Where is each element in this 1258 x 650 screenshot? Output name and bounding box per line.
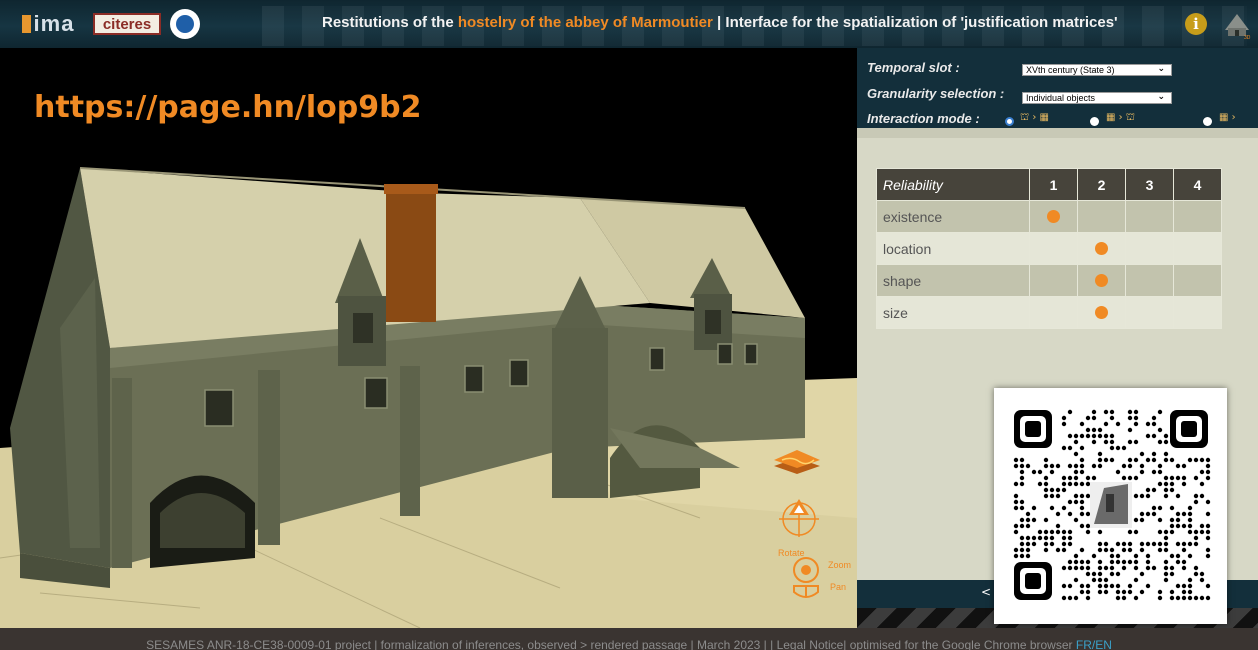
reliability-marker xyxy=(1047,210,1060,223)
interaction-mode-label: Interaction mode : xyxy=(867,111,980,126)
interaction-mode-radio-2[interactable] xyxy=(1090,117,1099,126)
watermark-url: https://page.hn/lop9b2 xyxy=(34,90,422,125)
language-switch-link[interactable]: FR/EN xyxy=(1076,638,1112,650)
monument-home-icon[interactable]: 3D xyxy=(1221,8,1253,40)
title-highlight: hostelry of the abbey of Marmoutier xyxy=(457,14,713,31)
matrix-row-location: location xyxy=(876,232,1222,265)
reliability-marker xyxy=(1095,242,1108,255)
qr-code[interactable] xyxy=(994,388,1227,624)
matrix-row-label: size xyxy=(876,296,1030,329)
chevron-down-icon: ⌄ xyxy=(1157,64,1165,74)
orbit-icon[interactable] xyxy=(776,493,822,539)
matrix-cell xyxy=(1125,296,1174,329)
chevron-down-icon: ⌄ xyxy=(1157,92,1165,102)
imar-logo[interactable]: ima xyxy=(14,11,82,36)
matrix-row-existence: existence xyxy=(876,200,1222,233)
pan-label: Pan xyxy=(830,582,847,592)
footer-bar: SESAMES ANR-18-CE38-0009-01 project | fo… xyxy=(0,628,1258,650)
mode-2-icon[interactable]: ▦ › ⛫ xyxy=(1106,112,1135,125)
footer-text: SESAMES ANR-18-CE38-0009-01 project | fo… xyxy=(146,638,1112,650)
matrix-header-1: 1 xyxy=(1029,168,1078,201)
matrix-cell xyxy=(1077,200,1126,233)
interaction-mode-radio-1[interactable] xyxy=(1005,117,1014,126)
matrix-header-3: 3 xyxy=(1125,168,1174,201)
matrix-cell xyxy=(1077,232,1126,265)
zoom-label: Zoom xyxy=(828,560,852,570)
granularity-select[interactable]: Individual objects ⌄ xyxy=(1022,92,1172,104)
svg-text:3D: 3D xyxy=(1244,35,1251,40)
matrix-cell xyxy=(1029,200,1078,233)
matrix-cell xyxy=(1077,264,1126,297)
matrix-row-shape: shape xyxy=(876,264,1222,297)
temporal-slot-select[interactable]: XVth century (State 3) ⌄ xyxy=(1022,64,1172,76)
app-window: ima citeres Restitutions of the hostelry… xyxy=(0,0,1258,650)
matrix-cell xyxy=(1125,264,1174,297)
reliability-matrix: Reliability 1 2 3 4 existence location sha… xyxy=(876,168,1222,329)
page-title: Restitutions of the hostelry of the abbe… xyxy=(322,14,1118,31)
rotate-label: Rotate xyxy=(778,548,805,558)
settings-panel: Temporal slot : XVth century (State 3) ⌄ … xyxy=(857,48,1258,128)
matrix-header-2: 2 xyxy=(1077,168,1126,201)
matrix-cell xyxy=(1029,296,1078,329)
partner-round-logo[interactable] xyxy=(170,9,200,39)
qr-code-image xyxy=(994,388,1227,624)
citeres-logo[interactable]: citeres xyxy=(93,13,161,35)
granularity-label: Granularity selection : xyxy=(867,86,1005,101)
matrix-cell xyxy=(1029,264,1078,297)
mode-1-icon[interactable]: ⛫ › ▦ xyxy=(1020,112,1049,125)
matrix-row-label: shape xyxy=(876,264,1030,297)
matrix-header-row: Reliability 1 2 3 4 xyxy=(876,168,1222,201)
interaction-mode-radio-3[interactable] xyxy=(1203,117,1212,126)
matrix-cell xyxy=(1125,200,1174,233)
reliability-marker xyxy=(1095,274,1108,287)
matrix-cell xyxy=(1173,232,1222,265)
matrix-cell xyxy=(1173,200,1222,233)
layers-icon[interactable] xyxy=(772,446,822,488)
info-icon[interactable]: i xyxy=(1185,13,1207,35)
matrix-cell xyxy=(1077,296,1126,329)
reliability-marker xyxy=(1095,306,1108,319)
building-3d-model[interactable] xyxy=(0,48,857,628)
matrix-row-label: location xyxy=(876,232,1030,265)
header-bar: ima citeres Restitutions of the hostelry… xyxy=(0,0,1258,48)
rotate-zoom-pan-control[interactable]: Rotate Zoom Pan xyxy=(778,548,856,606)
temporal-slot-label: Temporal slot : xyxy=(867,60,960,75)
matrix-row-size: size xyxy=(876,296,1222,329)
previous-button[interactable]: < xyxy=(981,585,991,599)
matrix-cell xyxy=(1029,232,1078,265)
3d-viewport[interactable]: https://page.hn/lop9b2 Rotate Zoom Pan xyxy=(0,48,857,628)
panel-topbar xyxy=(857,128,1258,138)
mode-3-icon[interactable]: ▦ › xyxy=(1219,112,1236,123)
matrix-cell xyxy=(1173,296,1222,329)
matrix-row-label: existence xyxy=(876,200,1030,233)
matrix-header-reliability: Reliability xyxy=(876,168,1030,201)
matrix-cell xyxy=(1125,232,1174,265)
matrix-header-4: 4 xyxy=(1173,168,1222,201)
matrix-cell xyxy=(1173,264,1222,297)
matrix-body: existence location shape size xyxy=(876,200,1222,329)
